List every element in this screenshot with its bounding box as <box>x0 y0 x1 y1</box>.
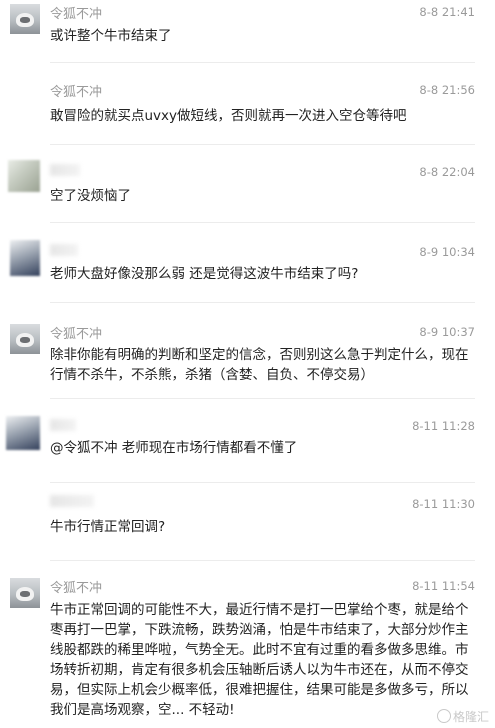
comment-item: 令狐不冲 8-11 11:54 牛市正常回调的可能性不大，最近行情不是打一巴掌给… <box>0 572 495 728</box>
comment-item: 8-8 22:04 空了没烦恼了 <box>0 160 495 223</box>
watermark-logo-icon <box>436 709 451 723</box>
comment-time: 8-9 10:37 <box>419 325 475 339</box>
avatar[interactable] <box>10 578 40 608</box>
divider <box>50 144 475 145</box>
comment-text: 老师大盘好像没那么弱 还是觉得这波牛市结束了吗? <box>50 266 359 282</box>
comment-text: @令狐不冲 老师现在市场行情都看不懂了 <box>50 440 298 456</box>
divider <box>50 222 475 223</box>
comment-time: 8-8 21:41 <box>419 5 475 19</box>
comment-item: 8-11 11:30 牛市行情正常回调? <box>0 490 495 561</box>
comment-item: 令狐不冲 8-9 10:37 除非你能有明确的判断和坚定的信念，否则别这么急于判… <box>0 320 495 410</box>
comment-item: 令狐不冲 8-8 21:56 敢冒险的就买点uvxy做短线，否则就再一次进入空仓… <box>0 78 495 145</box>
divider <box>50 302 475 303</box>
avatar[interactable] <box>10 4 40 34</box>
comment-time: 8-8 21:56 <box>419 83 475 97</box>
divider <box>50 62 475 63</box>
comment-item: 8-9 10:34 老师大盘好像没那么弱 还是觉得这波牛市结束了吗? <box>0 240 495 303</box>
comment-text: 或许整个牛市结束了 <box>50 28 172 44</box>
comment-author-blurred <box>50 419 76 431</box>
comment-feed: 令狐不冲 8-8 21:41 或许整个牛市结束了 令狐不冲 8-8 21:56 … <box>0 0 495 728</box>
watermark-text: 格隆汇 <box>452 710 489 724</box>
comment-time: 8-11 11:28 <box>412 419 475 433</box>
comment-author[interactable]: 令狐不冲 <box>50 3 102 22</box>
comment-time: 8-11 11:54 <box>412 579 475 593</box>
comment-text: 空了没烦恼了 <box>50 188 131 204</box>
comment-item: 令狐不冲 8-8 21:41 或许整个牛市结束了 <box>0 0 495 63</box>
comment-item: 8-11 11:28 @令狐不冲 老师现在市场行情都看不懂了 <box>0 414 495 483</box>
comment-author-blurred <box>50 495 94 507</box>
comment-text: 牛市正常回调的可能性不大，最近行情不是打一巴掌给个枣，就是给个枣再打一巴掌，下跌… <box>50 602 469 718</box>
divider <box>50 398 475 399</box>
divider <box>50 560 475 561</box>
comment-time: 8-11 11:30 <box>412 497 475 511</box>
comment-author[interactable]: 令狐不冲 <box>50 81 102 100</box>
comment-text: 牛市行情正常回调? <box>50 519 166 535</box>
comment-author-blurred <box>50 244 78 256</box>
avatar[interactable] <box>6 416 40 450</box>
avatar[interactable] <box>10 324 40 354</box>
comment-text: 除非你能有明确的判断和坚定的信念，否则别这么急于判定什么，现在行情不杀牛，不杀熊… <box>50 347 469 383</box>
avatar[interactable] <box>10 240 40 276</box>
watermark: 格隆汇 <box>436 708 489 725</box>
avatar[interactable] <box>8 160 40 192</box>
comment-time: 8-9 10:34 <box>419 245 475 259</box>
comment-author[interactable]: 令狐不冲 <box>50 323 102 342</box>
comment-author[interactable]: 令狐不冲 <box>50 577 102 596</box>
comment-text: 敢冒险的就买点uvxy做短线，否则就再一次进入空仓等待吧 <box>50 108 407 124</box>
divider <box>50 482 475 483</box>
comment-time: 8-8 22:04 <box>419 165 475 179</box>
comment-author-blurred <box>50 164 80 176</box>
